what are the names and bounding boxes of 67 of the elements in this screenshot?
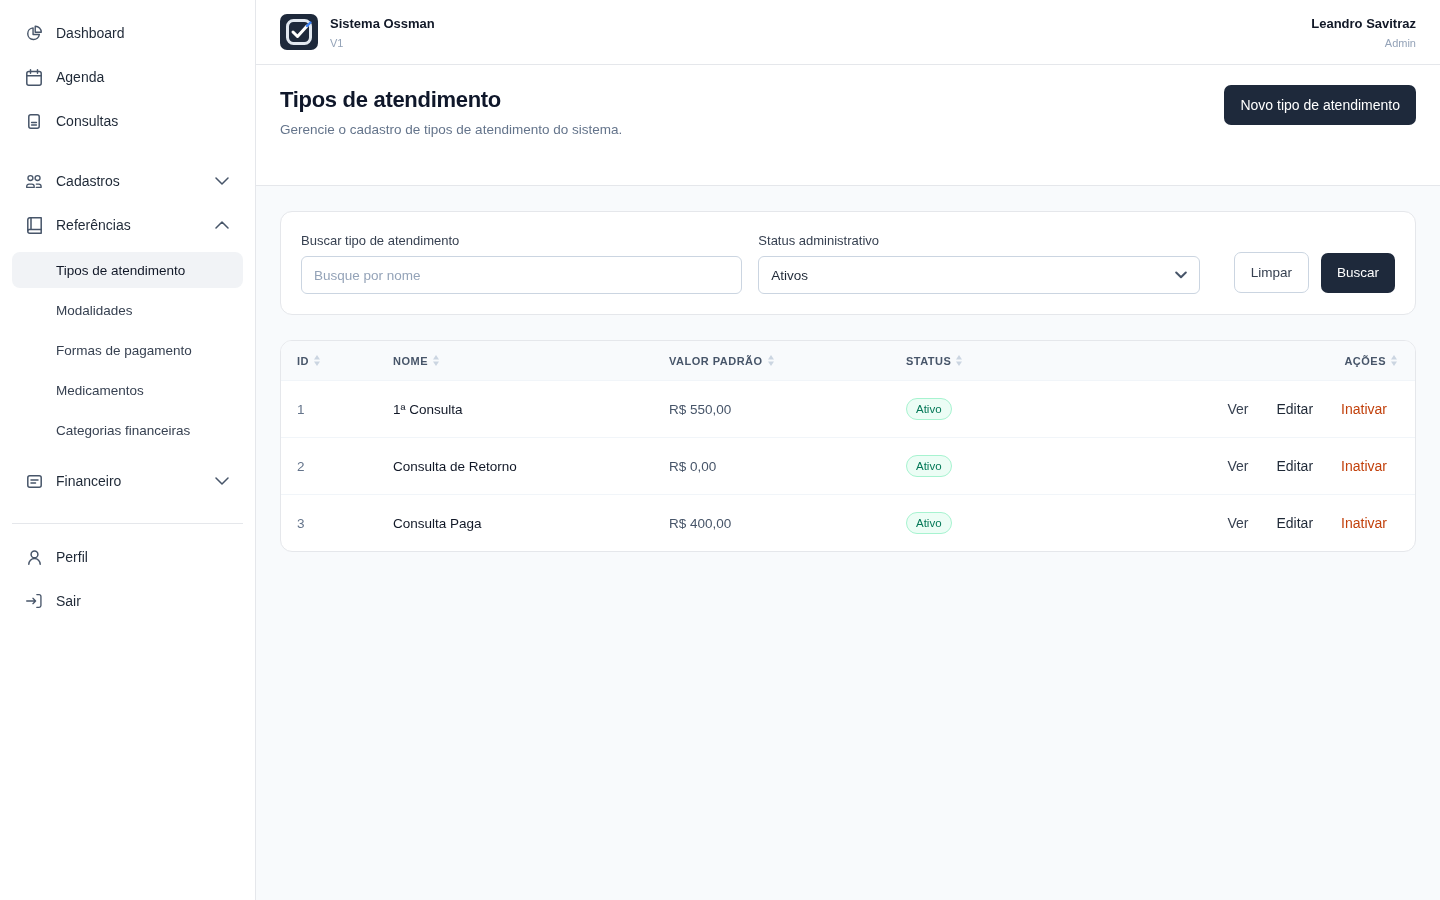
user-icon	[27, 549, 41, 565]
clear-button[interactable]: Limpar	[1233, 252, 1309, 293]
app-name: Sistema Ossman	[330, 14, 435, 33]
sort-icon	[433, 355, 439, 366]
status-badge: Ativo	[906, 512, 952, 534]
nav-subitem[interactable]: Categorias financeiras	[12, 412, 243, 448]
logo-icon	[280, 14, 318, 50]
column-header[interactable]: STATUS	[906, 354, 952, 367]
name-cell: Consulta de Retorno	[393, 458, 517, 474]
field-label: Buscar tipo de atendimento	[301, 232, 460, 250]
arrow-into-bracket-icon	[26, 593, 42, 609]
field-label: Status administrativo	[758, 232, 880, 250]
nav-link[interactable]: Sair	[12, 579, 243, 623]
user-role: Admin	[1384, 35, 1416, 50]
id-cell: 2	[297, 458, 305, 474]
sort-icon	[1391, 355, 1397, 366]
search-button[interactable]: Buscar	[1321, 252, 1395, 293]
sort-icon	[314, 355, 320, 366]
status-badge: Ativo	[906, 455, 952, 477]
view-link[interactable]: Ver	[1227, 401, 1249, 417]
nav-group-toggle[interactable]: Financeiro	[12, 459, 243, 503]
view-link[interactable]: Ver	[1227, 458, 1249, 474]
column-header[interactable]: AÇÕES	[1344, 354, 1386, 367]
value-cell: R$ 400,00	[669, 515, 732, 531]
nav-subitem[interactable]: Medicamentos	[12, 372, 243, 408]
edit-link[interactable]: Editar	[1276, 515, 1314, 531]
status-badge: Ativo	[906, 398, 952, 420]
name-cell: 1ª Consulta	[393, 401, 463, 417]
users-icon	[26, 173, 42, 189]
pie-chart-icon	[26, 24, 42, 42]
nav-subitem[interactable]: Formas de pagamento	[12, 332, 243, 368]
new-item-button[interactable]: Novo tipo de atendimento	[1224, 85, 1416, 125]
nav-group-toggle[interactable]: Cadastros	[12, 159, 243, 203]
app-version: V1	[330, 35, 344, 50]
nav-link[interactable]: Agenda	[12, 55, 243, 99]
document-icon	[28, 113, 40, 129]
value-cell: R$ 550,00	[669, 401, 732, 417]
name-cell: Consulta Paga	[393, 515, 482, 531]
nav-link[interactable]: Perfil	[12, 535, 243, 579]
nav-subitem[interactable]: Tipos de atendimento	[12, 252, 243, 288]
nav-group-toggle[interactable]: Referências	[12, 203, 243, 247]
deactivate-link[interactable]: Inativar	[1341, 515, 1387, 531]
page-subtitle: Gerencie o cadastro de tipos de atendimento do sistema.	[280, 121, 623, 139]
view-link[interactable]: Ver	[1227, 515, 1249, 531]
sort-icon	[956, 355, 963, 366]
id-cell: 3	[297, 515, 305, 531]
calendar-icon	[26, 68, 42, 86]
value-cell: R$ 0,00	[669, 458, 717, 474]
column-header[interactable]: VALOR PADRÃO	[669, 354, 763, 367]
deactivate-link[interactable]: Inativar	[1341, 401, 1387, 417]
nav-link[interactable]: Consultas	[12, 99, 243, 143]
nav-link[interactable]: Dashboard	[12, 11, 243, 55]
book-icon	[26, 216, 42, 234]
deactivate-link[interactable]: Inativar	[1341, 458, 1387, 474]
nav-subitem[interactable]: Modalidades	[12, 292, 243, 328]
column-header[interactable]: ID	[297, 354, 309, 367]
list-card-icon	[26, 474, 42, 488]
sort-icon	[767, 355, 774, 366]
search-field[interactable]: Busque por nome	[301, 256, 743, 294]
id-cell: 1	[297, 401, 305, 417]
status-select[interactable]: Ativos	[758, 256, 1200, 294]
user-name: Leandro Savitraz	[1311, 14, 1416, 33]
edit-link[interactable]: Editar	[1276, 458, 1314, 474]
edit-link[interactable]: Editar	[1276, 401, 1314, 417]
chevron-down-icon	[1174, 271, 1187, 279]
column-header[interactable]: NOME	[393, 354, 428, 367]
page-title: Tipos de atendimento	[280, 86, 501, 114]
